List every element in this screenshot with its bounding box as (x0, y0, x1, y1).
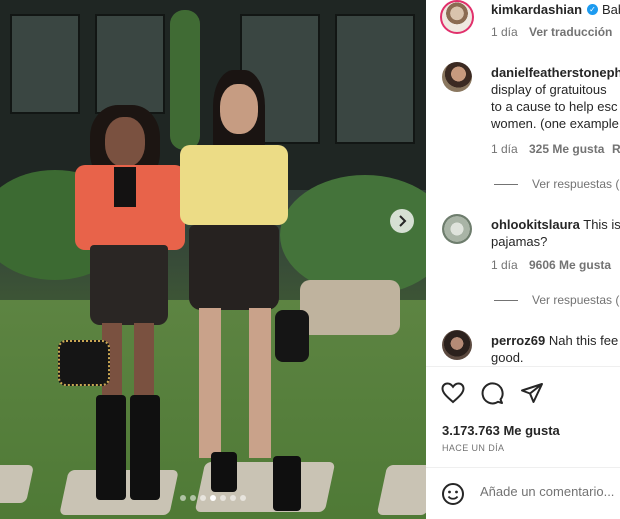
photo-person-woman (175, 70, 309, 515)
heart-icon (441, 382, 465, 404)
post-actions-bar: 3.173.763 Me gusta HACE UN DÍA (426, 366, 620, 519)
photo-window (95, 14, 165, 114)
comment-line: pajamas? (491, 234, 548, 249)
caption-text: Bab (602, 2, 620, 17)
comment-icon (481, 382, 504, 405)
chevron-right-icon (399, 215, 407, 227)
comment-body: perroz69 Nah this fee good. (491, 332, 620, 366)
carousel-dot (190, 495, 196, 501)
add-comment-bar (426, 467, 620, 519)
comment-avatar[interactable] (442, 330, 472, 360)
carousel-dot (200, 495, 206, 501)
comment-line: women. (one example (491, 116, 619, 131)
comment-line: Nah this fee (548, 333, 619, 348)
emoji-icon (442, 483, 464, 505)
comment-time[interactable]: 1 día (491, 142, 518, 156)
caption-time[interactable]: 1 día (491, 25, 518, 39)
likes-count[interactable]: 3.173.763 Me gusta (442, 423, 560, 438)
photo-window (335, 14, 415, 144)
photo-planter (300, 280, 400, 335)
add-comment-input[interactable] (480, 484, 620, 499)
comment-avatar[interactable] (442, 214, 472, 244)
view-replies-button[interactable]: Ver respuestas (2 (494, 293, 620, 307)
comment-line: This is (583, 217, 620, 232)
carousel-indicator (0, 495, 426, 501)
photo-person-girl (58, 105, 190, 505)
share-button[interactable] (519, 380, 545, 406)
translation-link[interactable]: Ver traducción (529, 25, 612, 39)
carousel-dot (210, 495, 216, 501)
author-username[interactable]: kimkardashian (491, 2, 582, 17)
comment-reply-button[interactable]: R (612, 142, 620, 156)
comment-button[interactable] (479, 380, 505, 406)
carousel-next-button[interactable] (390, 209, 414, 233)
comment-line: to a cause to help esc (491, 99, 618, 114)
carousel-dot (180, 495, 186, 501)
view-replies-button[interactable]: Ver respuestas (9 (494, 177, 620, 191)
share-icon (521, 383, 543, 403)
comment-line: good. (491, 350, 524, 365)
carousel-dot (230, 495, 236, 501)
comment-likes[interactable]: 9606 Me gusta (529, 258, 611, 272)
comment-username[interactable]: perroz69 (491, 333, 545, 348)
comment-avatar[interactable] (442, 62, 472, 92)
carousel-dot (220, 495, 226, 501)
author-avatar[interactable] (440, 0, 474, 34)
comment-username[interactable]: danielfeatherstoneph (491, 65, 620, 80)
comment-body: danielfeatherstoneph display of gratuito… (491, 64, 620, 132)
comment-time[interactable]: 1 día (491, 258, 518, 272)
post-side-panel: kimkardashian ✓ Bab 1 día Ver traducción… (426, 0, 620, 519)
verified-badge-icon: ✓ (587, 4, 598, 15)
comment-line: display of gratuitous (491, 82, 607, 97)
emoji-button[interactable] (440, 481, 466, 507)
like-button[interactable] (440, 380, 466, 406)
carousel-dot (240, 495, 246, 501)
comment-username[interactable]: ohlookitslaura (491, 217, 580, 232)
comment-likes[interactable]: 325 Me gusta (529, 142, 604, 156)
post-time[interactable]: HACE UN DÍA (442, 443, 504, 453)
photo-window (10, 14, 80, 114)
post-photo (0, 0, 426, 519)
comment-body: ohlookitslaura This is pajamas? (491, 216, 620, 250)
